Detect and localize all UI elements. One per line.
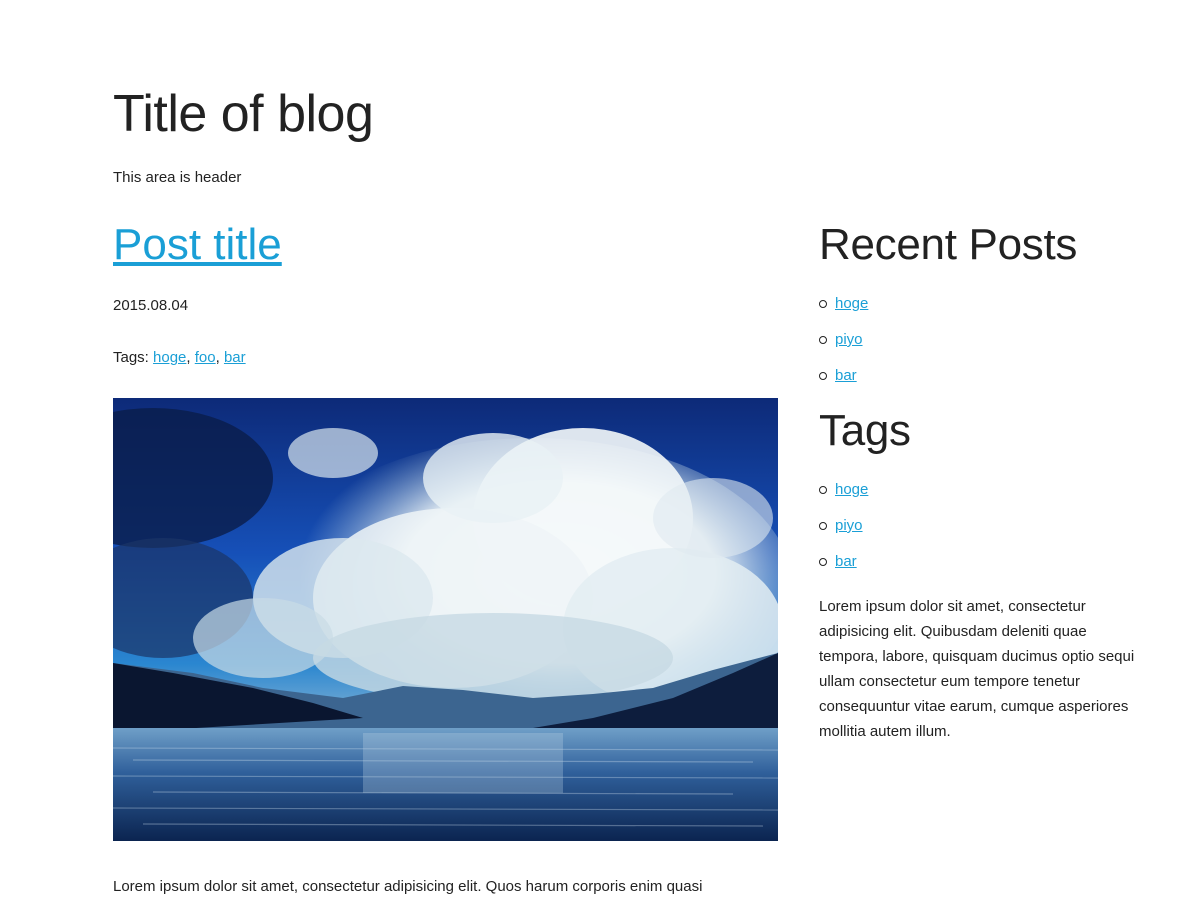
post-title-heading: Post title xyxy=(113,218,778,272)
list-item: piyo xyxy=(819,516,1139,536)
post-tag-hoge[interactable]: hoge xyxy=(153,349,186,366)
bullet-icon xyxy=(819,558,827,566)
list-item: bar xyxy=(819,366,1139,386)
bullet-icon xyxy=(819,336,827,344)
recent-post-link[interactable]: bar xyxy=(835,366,857,386)
list-item: bar xyxy=(819,552,1139,572)
post-image xyxy=(113,398,778,841)
post-tags: Tags: hoge, foo, bar xyxy=(113,349,246,366)
recent-post-link[interactable]: piyo xyxy=(835,330,863,350)
tags-heading: Tags xyxy=(819,406,911,455)
post-body: Lorem ipsum dolor sit amet, consectetur … xyxy=(113,878,703,895)
blog-title: Title of blog xyxy=(113,85,374,143)
tag-link[interactable]: hoge xyxy=(835,480,868,500)
post-date: 2015.08.04 xyxy=(113,297,189,314)
header-description: This area is header xyxy=(113,169,242,186)
main-content: Post title 2015.08.04 Tags: hoge, foo, b… xyxy=(113,218,778,897)
bullet-icon xyxy=(819,372,827,380)
page: Title of blog This area is header Post t… xyxy=(0,0,1200,900)
list-item: hoge xyxy=(819,480,1139,500)
recent-posts-list: hoge piyo bar xyxy=(819,294,1139,386)
tags-list: hoge piyo bar xyxy=(819,480,1139,572)
list-item: hoge xyxy=(819,294,1139,314)
recent-post-link[interactable]: hoge xyxy=(835,294,868,314)
post-tag-bar[interactable]: bar xyxy=(224,349,246,366)
list-item: piyo xyxy=(819,330,1139,350)
bullet-icon xyxy=(819,300,827,308)
blog-header: Title of blog This area is header xyxy=(113,84,374,188)
sidebar-text: Lorem ipsum dolor sit amet, consectetur … xyxy=(819,598,1135,740)
recent-posts-heading: Recent Posts xyxy=(819,220,1078,269)
post-title-link[interactable]: Post title xyxy=(113,220,282,269)
post-tag-foo[interactable]: foo xyxy=(195,349,216,366)
bullet-icon xyxy=(819,486,827,494)
sidebar: Recent Posts hoge piyo bar Tags hoge piy… xyxy=(819,218,1139,744)
bullet-icon xyxy=(819,522,827,530)
tag-link[interactable]: bar xyxy=(835,552,857,572)
tag-link[interactable]: piyo xyxy=(835,516,863,536)
post-tags-label: Tags: xyxy=(113,349,149,366)
